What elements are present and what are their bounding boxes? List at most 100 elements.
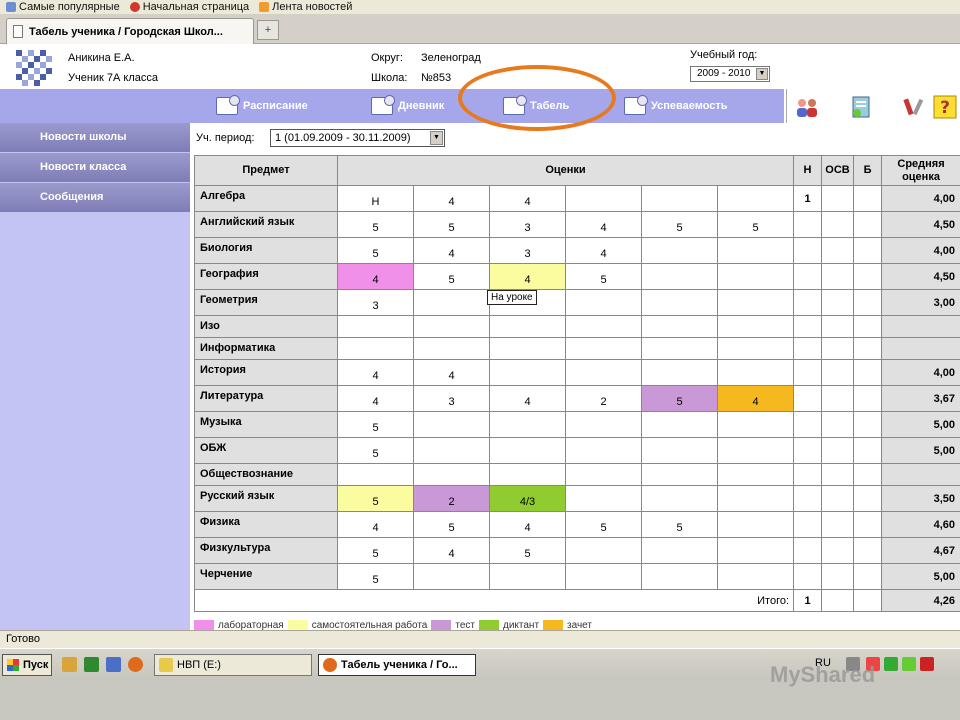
grade-cell[interactable]: 5 bbox=[337, 563, 414, 590]
tray-icon[interactable] bbox=[920, 657, 934, 671]
year-select[interactable]: 2009 - 2010 ▼ bbox=[690, 66, 770, 82]
task-button-drive[interactable]: НВП (E:) bbox=[154, 654, 312, 676]
bookmark-home[interactable]: Начальная страница bbox=[129, 1, 249, 13]
grade-cell[interactable]: 4 bbox=[337, 385, 414, 412]
sidebar-item-school-news[interactable]: Новости школы bbox=[0, 123, 190, 153]
grade-cell[interactable]: 4 bbox=[489, 385, 566, 412]
grade-cell bbox=[641, 315, 718, 338]
tray-icon[interactable] bbox=[884, 657, 898, 671]
grade-cell[interactable]: 4 bbox=[337, 263, 414, 290]
grade-cell[interactable]: 4 bbox=[716, 385, 795, 412]
osv-cell bbox=[821, 237, 855, 264]
b-cell bbox=[853, 237, 883, 264]
district-value: Зеленоград bbox=[421, 52, 481, 64]
grade-cell bbox=[641, 537, 718, 564]
bookmark-popular[interactable]: Самые популярные bbox=[6, 1, 120, 13]
grade-cell[interactable]: 5 bbox=[413, 263, 490, 290]
grade-cell bbox=[337, 315, 414, 338]
subject-cell: География bbox=[194, 263, 338, 290]
grade-cell[interactable]: 3 bbox=[337, 289, 414, 316]
grade-cell[interactable]: 5 bbox=[716, 211, 795, 238]
media-player-icon[interactable] bbox=[84, 657, 99, 672]
grade-cell[interactable]: Н bbox=[337, 185, 414, 212]
tray-icon[interactable] bbox=[902, 657, 916, 671]
grade-cell[interactable]: 5 bbox=[337, 211, 414, 238]
period-select[interactable]: 1 (01.09.2009 - 30.11.2009) ▼ bbox=[270, 129, 445, 147]
grade-cell[interactable]: 4 bbox=[413, 185, 490, 212]
calendar-icon bbox=[624, 95, 648, 115]
grade-cell[interactable]: 4 bbox=[565, 211, 642, 238]
grade-cell bbox=[565, 185, 642, 212]
desktop-icon[interactable] bbox=[106, 657, 121, 672]
tools-icon[interactable] bbox=[903, 95, 927, 119]
grade-cell[interactable]: 5 bbox=[337, 537, 414, 564]
grade-cell bbox=[716, 563, 795, 590]
grade-cell[interactable]: 5 bbox=[565, 511, 642, 538]
grade-cell bbox=[716, 411, 795, 438]
grade-cell[interactable]: 5 bbox=[337, 411, 414, 438]
grade-cell[interactable]: 3 bbox=[489, 237, 566, 264]
tab-tabel[interactable]: Табель ученика / Городская Школ... bbox=[6, 18, 254, 44]
start-button[interactable]: Пуск bbox=[2, 654, 52, 676]
absence-cell bbox=[793, 485, 823, 512]
sidebar-item-class-news[interactable]: Новости класса bbox=[0, 153, 190, 183]
grade-cell[interactable]: 4/3 bbox=[489, 485, 566, 512]
absence-cell bbox=[793, 463, 823, 486]
quicklaunch-icon[interactable] bbox=[62, 657, 77, 672]
grade-cell[interactable]: 5 bbox=[413, 211, 490, 238]
table-row: Информатика bbox=[194, 337, 960, 360]
grade-cell[interactable]: 4 bbox=[413, 237, 490, 264]
grade-cell[interactable]: 2 bbox=[413, 485, 490, 512]
grade-tooltip: На уроке bbox=[487, 290, 537, 305]
grade-cell bbox=[489, 411, 566, 438]
grade-cell[interactable]: 3 bbox=[489, 211, 566, 238]
grade-cell bbox=[565, 359, 642, 386]
people-icon[interactable] bbox=[795, 95, 819, 119]
grade-cell[interactable]: 5 bbox=[641, 385, 718, 412]
task-button-browser[interactable]: Табель ученика / Го... bbox=[318, 654, 476, 676]
grade-cell bbox=[716, 185, 795, 212]
firefox-icon[interactable] bbox=[128, 657, 143, 672]
grade-cell[interactable]: 5 bbox=[337, 237, 414, 264]
grade-cell bbox=[413, 315, 490, 338]
grade-cell[interactable]: 3 bbox=[413, 385, 490, 412]
absence-cell bbox=[793, 511, 823, 538]
average-cell: 4,67 bbox=[881, 537, 960, 564]
grade-cell[interactable]: 4 bbox=[489, 263, 566, 290]
average-cell bbox=[881, 463, 960, 486]
grade-cell[interactable]: 4 bbox=[489, 185, 566, 212]
school-value: №853 bbox=[421, 72, 452, 84]
nav-schedule[interactable]: Расписание bbox=[216, 95, 308, 115]
grade-cell[interactable]: 4 bbox=[413, 359, 490, 386]
grade-cell[interactable]: 2 bbox=[565, 385, 642, 412]
grade-cell[interactable]: 5 bbox=[641, 211, 718, 238]
grade-cell[interactable]: 4 bbox=[413, 537, 490, 564]
grade-cell[interactable]: 5 bbox=[337, 485, 414, 512]
grade-cell[interactable]: 5 bbox=[489, 537, 566, 564]
grade-cell[interactable]: 5 bbox=[641, 511, 718, 538]
subject-cell: Физкультура bbox=[194, 537, 338, 564]
grade-cell[interactable]: 4 bbox=[489, 511, 566, 538]
absence-cell bbox=[793, 359, 823, 386]
osv-cell bbox=[821, 289, 855, 316]
osv-cell bbox=[821, 263, 855, 290]
grade-cell[interactable]: 5 bbox=[337, 437, 414, 464]
bookmark-news-feed[interactable]: Лента новостей bbox=[259, 1, 352, 13]
b-cell bbox=[853, 437, 883, 464]
nav-progress[interactable]: Успеваемость bbox=[624, 95, 728, 115]
grade-cell bbox=[489, 359, 566, 386]
new-tab-button[interactable]: + bbox=[257, 20, 279, 40]
grade-cell bbox=[641, 563, 718, 590]
grade-cell[interactable]: 4 bbox=[565, 237, 642, 264]
grade-cell[interactable]: 5 bbox=[413, 511, 490, 538]
nav-diary[interactable]: Дневник bbox=[371, 95, 444, 115]
grade-cell bbox=[641, 411, 718, 438]
sidebar-item-messages[interactable]: Сообщения bbox=[0, 183, 190, 213]
help-icon[interactable]: ? bbox=[933, 95, 957, 119]
document-icon[interactable] bbox=[849, 95, 873, 119]
grade-cell[interactable]: 4 bbox=[337, 511, 414, 538]
header-avg: Средняя оценка bbox=[881, 155, 960, 186]
grade-cell[interactable]: 4 bbox=[337, 359, 414, 386]
grade-cell[interactable]: 5 bbox=[565, 263, 642, 290]
b-cell bbox=[853, 211, 883, 238]
